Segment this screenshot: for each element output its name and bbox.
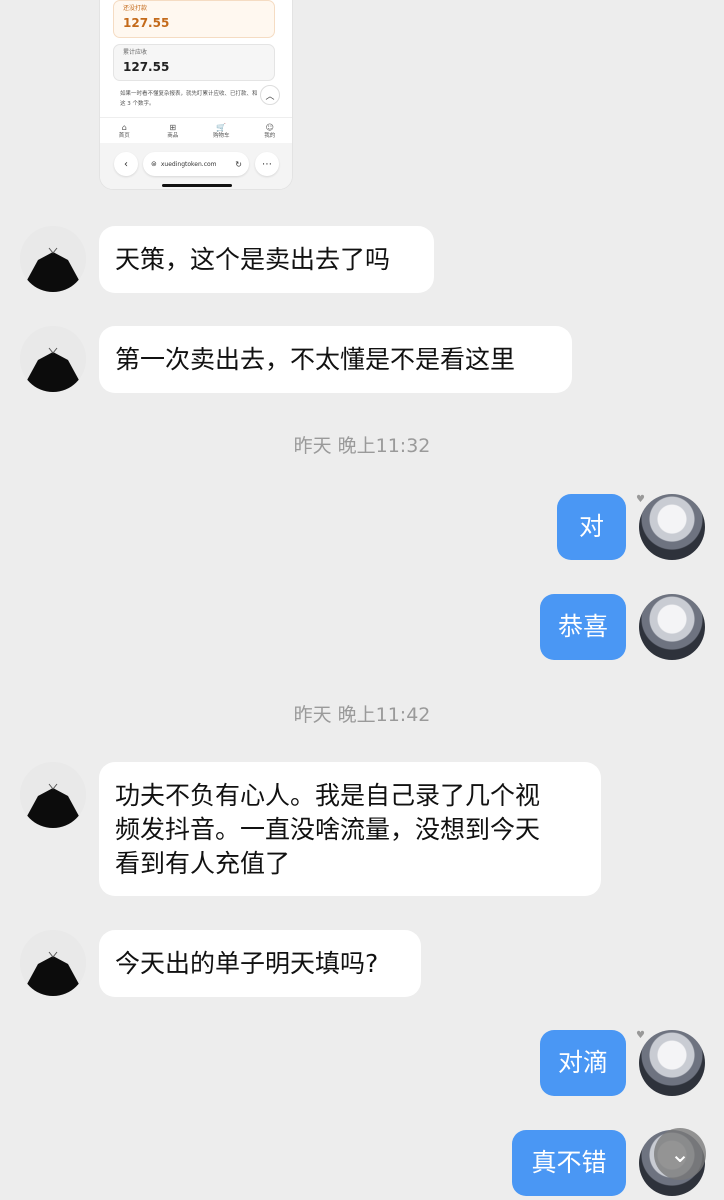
screenshot-bottom-nav: ⌂ 首页 ⊞ 商品 🛒 购物车 ☺ 我的 [100, 117, 293, 144]
more-icon: ⋯ [255, 152, 279, 176]
timestamp: 昨天 晚上11:42 [293, 704, 431, 726]
nav-home-label: 首页 [118, 132, 130, 139]
hint-line-1: 如果一时看不懂复杂报表，就先盯累计应收、已打款、和 [120, 91, 258, 97]
home-icon: ⌂ [121, 122, 127, 132]
message-sent[interactable]: 恭喜 [540, 594, 626, 660]
contact-avatar-image [20, 930, 86, 996]
receivable-value: 127.55 [123, 60, 170, 74]
url-bar: ⊜ xuedingtoken.com ↻ [143, 152, 249, 176]
grid-icon: ⊞ [169, 122, 177, 132]
nav-products: ⊞ 商品 [149, 118, 198, 144]
contact-avatar[interactable] [20, 762, 86, 828]
shared-screenshot-image[interactable]: 还没打款 127.55 累计应收 127.55 如果一时看不懂复杂报表，就先盯累… [99, 0, 293, 190]
contact-avatar-image [20, 326, 86, 392]
unpaid-card: 还没打款 127.55 [113, 0, 275, 38]
my-avatar[interactable] [639, 594, 705, 660]
user-icon: ☺ [265, 122, 274, 132]
hint-text: 如果一时看不懂复杂报表，就先盯累计应收、已打款、和 这 3 个数字。 [120, 89, 270, 109]
reload-icon: ↻ [235, 159, 242, 169]
nav-cart-label: 购物车 [212, 132, 230, 139]
chevron-up-icon: ︿ [260, 85, 280, 105]
contact-avatar[interactable] [20, 930, 86, 996]
scroll-to-bottom-button[interactable]: ⌄ [654, 1128, 706, 1180]
message-sent[interactable]: 对滴 [540, 1030, 626, 1096]
unpaid-value: 127.55 [123, 16, 170, 30]
site-settings-icon: ⊜ [151, 160, 157, 168]
nav-home: ⌂ 首页 [100, 118, 149, 144]
receivable-card: 累计应收 127.55 [113, 44, 275, 81]
heart-icon: ♥ [636, 1030, 645, 1041]
back-icon: ‹ [114, 152, 138, 176]
cart-icon: 🛒 [216, 122, 227, 132]
receivable-label: 累计应收 [123, 49, 148, 56]
message-received[interactable]: 第一次卖出去，不太懂是不是看这里 [99, 326, 572, 393]
url-text: xuedingtoken.com [160, 160, 217, 168]
chevron-down-icon: ⌄ [669, 1140, 691, 1168]
message-sent[interactable]: 对 [557, 494, 626, 560]
heart-icon: ♥ [636, 494, 645, 505]
message-received[interactable]: 今天出的单子明天填吗? [99, 930, 421, 997]
unpaid-label: 还没打款 [123, 5, 148, 12]
browser-bar: ‹ ⊜ xuedingtoken.com ↻ ⋯ [100, 143, 292, 189]
contact-avatar-image [20, 762, 86, 828]
home-indicator [162, 184, 232, 187]
nav-products-label: 商品 [167, 132, 179, 139]
message-received[interactable]: 天策，这个是卖出去了吗 [99, 226, 434, 293]
nav-me-label: 我的 [264, 132, 276, 139]
contact-avatar-image [20, 226, 86, 292]
message-sent[interactable]: 真不错 [512, 1130, 626, 1196]
hint-line-2: 这 3 个数字。 [120, 101, 155, 107]
nav-me: ☺ 我的 [246, 118, 293, 144]
contact-avatar[interactable] [20, 326, 86, 392]
my-avatar[interactable] [639, 494, 705, 560]
nav-cart: 🛒 购物车 [197, 118, 246, 144]
contact-avatar[interactable] [20, 226, 86, 292]
my-avatar[interactable] [639, 1030, 705, 1096]
message-received[interactable]: 功夫不负有心人。我是自己录了几个视 频发抖音。一直没啥流量，没想到今天 看到有人… [99, 762, 601, 896]
timestamp: 昨天 晚上11:32 [293, 435, 431, 457]
